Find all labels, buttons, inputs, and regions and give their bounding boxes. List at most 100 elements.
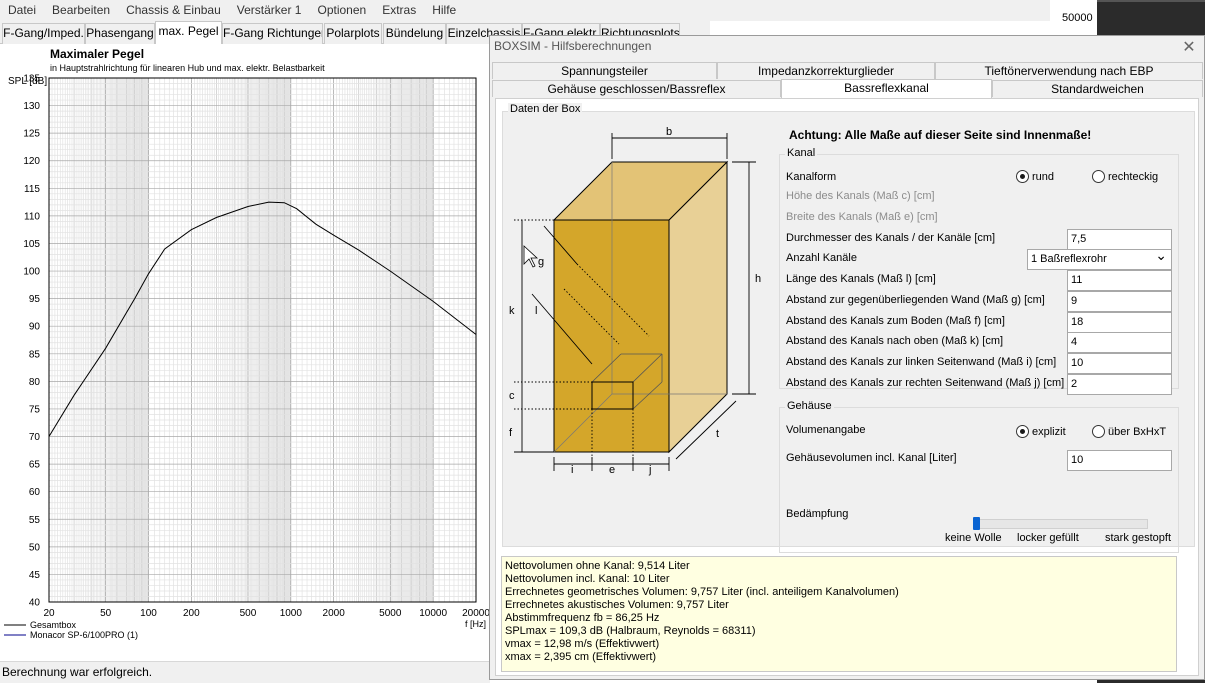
menu-item[interactable]: Extras bbox=[374, 0, 424, 21]
results-panel: Nettovolumen ohne Kanal: 9,514 Liter Nett… bbox=[501, 556, 1177, 672]
damping-tick-stuffed: stark gestopft bbox=[1105, 532, 1172, 544]
menu-item[interactable]: Optionen bbox=[309, 0, 374, 21]
legend-label: Gesamtbox bbox=[30, 620, 77, 630]
menu-item[interactable]: Bearbeiten bbox=[44, 0, 118, 21]
dim-label-g: g bbox=[538, 256, 544, 268]
bassreflex-page: Daten der Box b h t k g l c f i e j Acht… bbox=[495, 98, 1199, 676]
kanal-row-label: Abstand des Kanals zum Boden (Maß f) [cm… bbox=[786, 315, 1005, 327]
bedaempfung-label: Bedämpfung bbox=[786, 508, 849, 520]
dim-label-j: j bbox=[648, 464, 651, 476]
radio-dot-icon bbox=[1016, 425, 1029, 438]
kanal-row-label: Anzahl Kanäle bbox=[786, 252, 857, 264]
kanal-row-input[interactable]: 10 bbox=[1067, 353, 1172, 374]
volumen-explizit-radio[interactable]: explizit bbox=[1016, 425, 1066, 438]
x-axis-label: f [Hz] bbox=[465, 619, 486, 629]
y-tick-label: 95 bbox=[29, 294, 41, 305]
legend-label: Monacor SP-6/100PRO (1) bbox=[30, 630, 138, 640]
gehaeusevolumen-label: Gehäusevolumen incl. Kanal [Liter] bbox=[786, 452, 957, 464]
gehaeusevolumen-input[interactable]: 10 bbox=[1067, 450, 1172, 471]
menu-item[interactable]: Verstärker 1 bbox=[229, 0, 310, 21]
result-line: Errechnetes geometrisches Volumen: 9,757… bbox=[505, 586, 899, 598]
y-tick-label: 100 bbox=[23, 267, 40, 278]
dim-label-b: b bbox=[666, 126, 672, 138]
y-tick-label: 50 bbox=[29, 542, 41, 553]
main-tab[interactable]: Polarplots bbox=[324, 23, 382, 44]
main-tab[interactable]: F-Gang Richtungen bbox=[222, 23, 323, 44]
x-tick-label: 1000 bbox=[280, 608, 303, 619]
main-tab[interactable]: Bündelung bbox=[383, 23, 446, 44]
tab-standardweichen[interactable]: Standardweichen bbox=[992, 80, 1203, 97]
y-tick-label: 45 bbox=[29, 570, 41, 581]
dim-label-e: e bbox=[609, 464, 615, 476]
anzahl-kanaele-select[interactable]: 1 Baßreflexrohr ⌄ bbox=[1027, 247, 1172, 270]
result-line: Errechnetes akustisches Volumen: 9,757 L… bbox=[505, 599, 729, 611]
result-line: Nettovolumen ohne Kanal: 9,514 Liter bbox=[505, 560, 690, 572]
dim-label-f: f bbox=[509, 427, 513, 439]
dim-label-i: i bbox=[571, 464, 573, 476]
kanal-row-input[interactable]: 9 bbox=[1067, 291, 1172, 312]
tab-spannungsteiler[interactable]: Spannungsteiler bbox=[492, 62, 717, 79]
kanalform-label: Kanalform bbox=[786, 171, 837, 183]
max-level-chart: 40 45 50 55 60 65 70 75 80 85 90 95 100 105 110 115 120 1… bbox=[4, 74, 490, 640]
box-data-group: Daten der Box b h t k g l c f i e j Acht… bbox=[502, 103, 1195, 553]
y-tick-label: 40 bbox=[29, 598, 41, 609]
y-tick-label: 90 bbox=[29, 322, 41, 333]
radio-dot-icon bbox=[1016, 170, 1029, 183]
kanal-group: Kanal Kanalform rund rechteckig Höhe des… bbox=[779, 147, 1179, 395]
tab-impedanzkorrektur[interactable]: Impedanzkorrekturglieder bbox=[717, 62, 935, 79]
radio-dot-icon bbox=[1092, 425, 1105, 438]
kanal-row-label: Höhe des Kanals (Maß c) [cm] bbox=[786, 190, 935, 202]
result-line: SPLmax = 109,3 dB (Halbraum, Reynolds = … bbox=[505, 625, 756, 637]
box-data-group-title: Daten der Box bbox=[508, 103, 583, 115]
main-tab[interactable]: F-Gang/Imped. bbox=[2, 23, 85, 44]
y-axis-label: SPL [dB] bbox=[8, 76, 47, 87]
tab-bassreflexkanal[interactable]: Bassreflexkanal bbox=[781, 79, 992, 99]
x-tick-label: 100 bbox=[140, 608, 157, 619]
tab-gehaeuse[interactable]: Gehäuse geschlossen/Bassreflex bbox=[492, 80, 781, 97]
menu-item[interactable]: Datei bbox=[0, 0, 44, 21]
chart-panel: Maximaler Pegel in Hauptstrahlrichtung f… bbox=[0, 44, 490, 661]
x-tick-label: 5000 bbox=[379, 608, 402, 619]
radio-dot-icon bbox=[1092, 170, 1105, 183]
kanal-row-label: Abstand des Kanals zur rechten Seitenwan… bbox=[786, 377, 1065, 389]
kanal-row-label: Abstand des Kanals zur linken Seitenwand… bbox=[786, 356, 1057, 368]
kanal-row-label: Länge des Kanals (Maß l) [cm] bbox=[786, 273, 936, 285]
gehaeuse-group: Gehäuse Volumenangabe explizit über BxHx… bbox=[779, 400, 1179, 553]
kanal-row-input[interactable]: 11 bbox=[1067, 270, 1172, 291]
kanal-group-title: Kanal bbox=[785, 147, 818, 159]
dim-label-t: t bbox=[716, 428, 719, 440]
y-tick-label: 75 bbox=[29, 404, 41, 415]
tab-tieftoener-ebp[interactable]: Tieftönerverwendung nach EBP bbox=[935, 62, 1203, 79]
kanal-row-input[interactable]: 18 bbox=[1067, 312, 1172, 333]
box-diagram: b h t k g l c f i e j bbox=[509, 126, 761, 476]
dim-label-l: l bbox=[535, 305, 537, 317]
chevron-down-icon: ⌄ bbox=[1155, 247, 1167, 263]
inner-dimensions-warning: Achtung: Alle Maße auf dieser Seite sind… bbox=[789, 128, 1092, 142]
damping-slider-thumb[interactable] bbox=[973, 517, 980, 530]
volumen-bxhxt-radio[interactable]: über BxHxT bbox=[1092, 425, 1166, 438]
menu-item[interactable]: Chassis & Einbau bbox=[118, 0, 229, 21]
kanalform-rund-radio[interactable]: rund bbox=[1016, 170, 1054, 183]
y-tick-label: 120 bbox=[23, 156, 40, 167]
main-tab[interactable]: max. Pegel bbox=[155, 21, 222, 45]
y-tick-label: 130 bbox=[23, 101, 40, 112]
kanal-row-input[interactable]: 4 bbox=[1067, 332, 1172, 353]
y-tick-label: 105 bbox=[23, 239, 40, 250]
kanal-row-label: Breite des Kanals (Maß e) [cm] bbox=[786, 211, 938, 223]
close-icon[interactable]: ✕ bbox=[1180, 37, 1198, 57]
helper-dialog: BOXSIM - Hilfsberechnungen ✕ Spannungste… bbox=[489, 35, 1205, 680]
menu-item[interactable]: Hilfe bbox=[424, 0, 464, 21]
status-text: Berechnung war erfolgreich. bbox=[2, 665, 153, 679]
y-tick-label: 60 bbox=[29, 487, 41, 498]
menu-bar: Datei Bearbeiten Chassis & Einbau Verstärke… bbox=[0, 0, 1050, 21]
y-tick-label: 85 bbox=[29, 349, 41, 360]
main-tab[interactable]: Phasengang bbox=[85, 23, 155, 44]
y-tick-label: 125 bbox=[23, 129, 40, 140]
kanal-row-input[interactable]: 2 bbox=[1067, 374, 1172, 395]
dim-label-c: c bbox=[509, 390, 515, 402]
damping-slider-track[interactable] bbox=[973, 519, 1148, 529]
kanalform-rechteckig-radio[interactable]: rechteckig bbox=[1092, 170, 1158, 183]
kanal-row-label: Durchmesser des Kanals / der Kanäle [cm] bbox=[786, 232, 996, 244]
volumenangabe-label: Volumenangabe bbox=[786, 424, 866, 436]
x-tick-label: 200 bbox=[183, 608, 200, 619]
